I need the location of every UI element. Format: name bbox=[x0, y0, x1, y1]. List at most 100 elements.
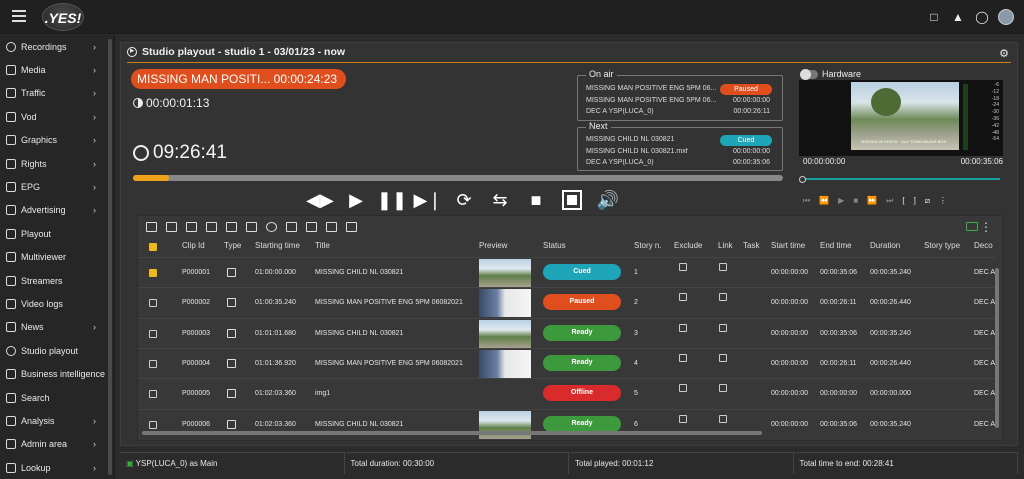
table-row[interactable]: P000005 01:02:03.360 img1 Offline 5 00:00:00:… bbox=[138, 378, 996, 408]
print-icon[interactable] bbox=[226, 222, 237, 232]
column-header[interactable]: Task bbox=[743, 241, 759, 255]
sidebar-item-admin-area[interactable]: Admin area › bbox=[0, 433, 114, 456]
row-checkbox[interactable] bbox=[149, 329, 157, 338]
sidebar-item-video-logs[interactable]: Video logs bbox=[0, 292, 114, 315]
exclude-checkbox[interactable] bbox=[679, 323, 687, 332]
preview-transport-button[interactable]: ■ bbox=[853, 196, 858, 206]
sidebar-item-epg[interactable]: EPG › bbox=[0, 175, 114, 198]
table-row[interactable]: P000001 01:00:00.000 MISSING CHILD NL 0308… bbox=[138, 257, 996, 287]
sidebar-item-news[interactable]: News › bbox=[0, 316, 114, 339]
link-checkbox[interactable] bbox=[719, 414, 727, 423]
list-icon[interactable] bbox=[146, 222, 157, 232]
exclude-checkbox[interactable] bbox=[679, 263, 687, 271]
reload-button[interactable]: ⟳ bbox=[451, 189, 477, 211]
row-checkbox[interactable] bbox=[149, 299, 157, 308]
table-row[interactable]: P000003 01:01:01.680 MISSING CHILD NL 0308… bbox=[138, 317, 996, 348]
preview-thumbnail[interactable] bbox=[479, 319, 531, 348]
add-image-icon[interactable] bbox=[186, 222, 197, 232]
sidebar-item-search[interactable]: Search bbox=[0, 386, 114, 409]
delete-icon[interactable] bbox=[346, 222, 357, 232]
sidebar-item-analysis[interactable]: Analysis › bbox=[0, 409, 114, 432]
toggle-switch[interactable] bbox=[800, 68, 818, 80]
preview-thumbnail[interactable] bbox=[479, 259, 531, 287]
menu-icon[interactable] bbox=[12, 10, 26, 22]
vertical-scrollbar[interactable] bbox=[995, 268, 999, 428]
preview-transport-button[interactable]: ⏭ bbox=[886, 196, 893, 206]
skip-next-button[interactable]: ▶❘ bbox=[414, 189, 443, 211]
hardware-toggle[interactable]: Hardware bbox=[800, 68, 861, 80]
paste-icon[interactable] bbox=[306, 222, 317, 232]
playout-progress-bar[interactable] bbox=[133, 175, 783, 181]
stop-all-button[interactable] bbox=[559, 189, 585, 211]
pause-button[interactable]: ❚❚ bbox=[377, 189, 407, 211]
sidebar-item-business-intelligence[interactable]: Business intelligence bbox=[0, 362, 114, 385]
sidebar-item-rights[interactable]: Rights › bbox=[0, 152, 114, 175]
link-checkbox[interactable] bbox=[719, 323, 727, 332]
row-checkbox[interactable] bbox=[149, 359, 157, 368]
column-header[interactable]: Preview bbox=[479, 241, 507, 255]
row-checkbox[interactable] bbox=[149, 269, 157, 277]
column-header[interactable]: Story n. bbox=[634, 241, 662, 255]
exclude-checkbox[interactable] bbox=[679, 353, 687, 362]
preview-seek-bar[interactable] bbox=[803, 178, 1000, 180]
table-row[interactable]: P000002 01:00:35.240 MISSING MAN POSITIVE … bbox=[138, 287, 996, 318]
loop-button[interactable]: ⇆ bbox=[487, 189, 513, 211]
preview-transport-button[interactable]: [ bbox=[902, 196, 904, 206]
play-button[interactable]: ▶ bbox=[343, 189, 369, 211]
sidebar-item-streamers[interactable]: Streamers bbox=[0, 269, 114, 292]
column-header[interactable]: Link bbox=[718, 241, 733, 255]
camera-icon[interactable] bbox=[966, 222, 978, 231]
row-checkbox[interactable] bbox=[149, 420, 157, 429]
exclude-checkbox[interactable] bbox=[679, 414, 687, 423]
preview-seek-handle[interactable] bbox=[799, 176, 806, 183]
preview-transport-button[interactable]: ] bbox=[914, 196, 916, 206]
preview-thumbnail[interactable] bbox=[479, 289, 531, 318]
truck-icon[interactable] bbox=[246, 222, 257, 232]
preview-transport-button[interactable]: ⏪ bbox=[819, 196, 829, 206]
sidebar-item-recordings[interactable]: Recordings › bbox=[0, 35, 114, 58]
sidebar-item-media[interactable]: Media › bbox=[0, 58, 114, 81]
gear-icon[interactable]: ⚙ bbox=[999, 47, 1009, 60]
column-header[interactable]: Type bbox=[224, 241, 241, 255]
bell-icon[interactable]: ▲ bbox=[950, 9, 966, 25]
link-checkbox[interactable] bbox=[719, 263, 727, 271]
exclude-checkbox[interactable] bbox=[679, 384, 687, 393]
bookmark-icon[interactable]: □ bbox=[926, 9, 942, 25]
link-checkbox[interactable] bbox=[719, 384, 727, 393]
preview-transport-button[interactable]: ⏮ bbox=[803, 196, 810, 206]
link-checkbox[interactable] bbox=[719, 353, 727, 362]
exclude-checkbox[interactable] bbox=[679, 293, 687, 302]
horizontal-scrollbar[interactable] bbox=[142, 431, 762, 435]
sidebar-item-studio-playout[interactable]: Studio playout bbox=[0, 339, 114, 362]
preview-transport-button[interactable]: ▶ bbox=[838, 196, 844, 206]
sidebar-item-vod[interactable]: Vod › bbox=[0, 105, 114, 128]
column-header[interactable]: Exclude bbox=[674, 241, 702, 255]
link-checkbox[interactable] bbox=[719, 293, 727, 302]
preview-transport-button[interactable]: ⧄ bbox=[925, 196, 930, 206]
sidebar-item-multiviewer[interactable]: Multiviewer bbox=[0, 246, 114, 269]
edit-icon[interactable] bbox=[326, 222, 337, 232]
globe-icon[interactable]: ◯ bbox=[974, 9, 990, 25]
table-row[interactable]: P000004 01:01:36.920 MISSING MAN POSITIVE … bbox=[138, 347, 996, 378]
stop-button[interactable]: ■ bbox=[523, 189, 549, 211]
sidebar-item-playout[interactable]: Playout bbox=[0, 222, 114, 245]
more-vert-icon[interactable]: ⋮ bbox=[980, 220, 992, 234]
volume-button[interactable]: 🔊 bbox=[595, 189, 621, 211]
seek-both-icon[interactable]: ◀▶ bbox=[306, 189, 334, 211]
column-header[interactable]: Title bbox=[315, 241, 330, 255]
select-all-checkbox[interactable] bbox=[149, 243, 157, 251]
sidebar-item-advertising[interactable]: Advertising › bbox=[0, 199, 114, 222]
row-checkbox[interactable] bbox=[149, 390, 157, 399]
sidebar-item-graphics[interactable]: Graphics › bbox=[0, 129, 114, 152]
preview-transport-button[interactable]: ⏩ bbox=[867, 196, 877, 206]
cancel-icon[interactable] bbox=[266, 222, 277, 232]
preview-transport-button[interactable]: ⋮ bbox=[939, 196, 947, 206]
column-header[interactable]: Story type bbox=[924, 241, 960, 255]
app-logo[interactable]: .YES! bbox=[42, 3, 84, 31]
sidebar-item-lookup[interactable]: Lookup › bbox=[0, 456, 114, 479]
column-header[interactable]: Duration bbox=[870, 241, 900, 255]
column-header[interactable]: Clip Id bbox=[182, 241, 205, 255]
copy-icon[interactable] bbox=[286, 222, 297, 232]
column-header[interactable]: End time bbox=[820, 241, 852, 255]
sidebar-item-traffic[interactable]: Traffic › bbox=[0, 82, 114, 105]
